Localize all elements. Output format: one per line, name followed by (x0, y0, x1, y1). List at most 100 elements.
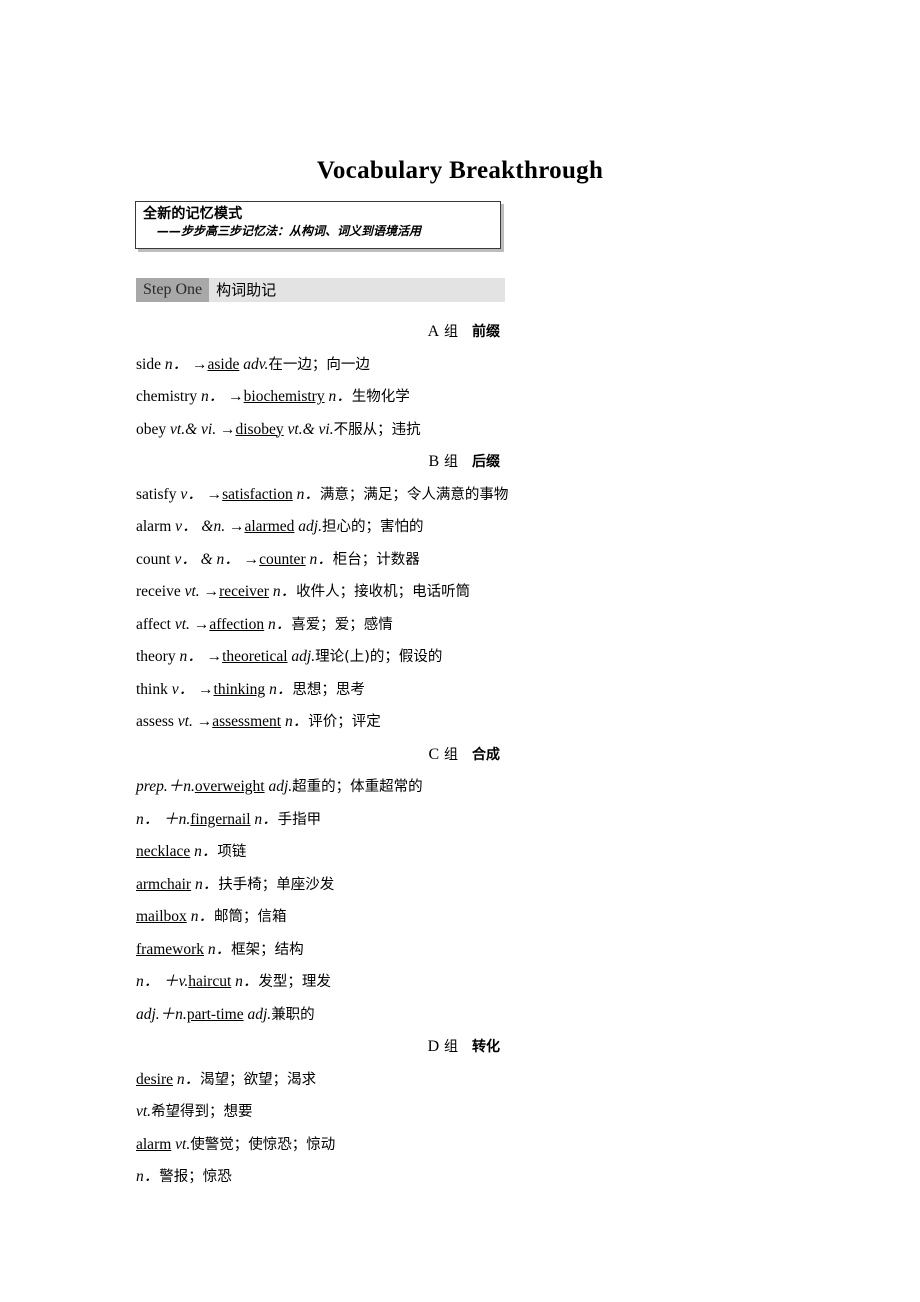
vocabulary-entry: n． ＋n.fingernail n．手指甲 (136, 804, 506, 837)
step-name-label: 构词助记 (216, 281, 277, 299)
vocabulary-entry: necklace n．项链 (136, 836, 506, 869)
entry-gloss: 喜爱；爱；感情 (291, 616, 393, 633)
entry-gloss: 思想；思考 (292, 681, 365, 698)
entry-derived-word: fingernail (190, 810, 251, 828)
group-letter: B (428, 453, 440, 470)
entry-base-pos: v． &n. (175, 518, 226, 535)
entry-arrow-icon: → (228, 518, 245, 535)
vocabulary-entry: adj.＋n.part-time adj.兼职的 (136, 999, 506, 1032)
entry-base-pos: vt.& vi. (170, 420, 217, 438)
entry-base-word: obey (136, 420, 167, 438)
entry-formula: prep.＋n. (136, 778, 195, 795)
entry-derived-pos: n． (296, 485, 320, 503)
group-zu-label: 组 (444, 324, 458, 340)
entry-derived-word: armchair (136, 875, 192, 893)
entry-base-word: affect (136, 615, 171, 633)
vocabulary-entry: desire n．渴望；欲望；渴求 (136, 1064, 506, 1097)
entry-gloss: 框架；结构 (231, 941, 304, 958)
entry-derived-pos: n． (309, 550, 333, 568)
entry-derived-word: mailbox (136, 908, 187, 925)
entry-derived-word: receiver (219, 583, 269, 600)
entry-derived-word: disobey (235, 420, 284, 438)
entry-gloss: 兼职的 (271, 1006, 315, 1023)
entry-derived-pos: n． (267, 615, 292, 633)
step-tag-label: Step One (136, 278, 210, 302)
vocabulary-entry: affect vt. →affection n．喜爱；爱；感情 (136, 609, 506, 642)
entry-formula: n． ＋n. (136, 810, 191, 828)
group-kind-label: 转化 (472, 1039, 500, 1055)
page-title: Vocabulary Breakthrough (316, 156, 604, 184)
vocabulary-entry: n．警报；惊恐 (136, 1161, 506, 1194)
callout-subtitle: ——步步高三步记忆法：从构词、词义到语境活用 (157, 224, 422, 238)
entry-gloss: 超重的；体重超常的 (292, 779, 423, 795)
entry-derived-pos: n． (269, 680, 293, 698)
entry-arrow-icon: → (243, 550, 260, 568)
entry-derived-word: haircut (188, 973, 232, 990)
entry-gloss: 发型；理发 (258, 974, 331, 990)
vocabulary-entry: vt.希望得到；想要 (136, 1096, 506, 1129)
entry-arrow-icon: → (196, 713, 213, 730)
entry-arrow-icon: → (206, 648, 223, 665)
group-header: B 组后缀 (136, 446, 506, 479)
entry-pos: n． (176, 1070, 201, 1088)
entry-derived-word: thinking (213, 680, 266, 698)
entry-headword: desire (136, 1070, 174, 1088)
entry-gloss: 渴望；欲望；渴求 (200, 1071, 317, 1088)
entry-gloss: 评价；评定 (308, 714, 381, 730)
entry-derived-pos: n． (272, 583, 297, 600)
entry-gloss: 警报；惊恐 (159, 1169, 232, 1185)
vocabulary-entry: receive vt. →receiver n．收件人；接收机；电话听筒 (136, 576, 506, 609)
entry-base-word: satisfy (136, 485, 177, 503)
vocabulary-entry: framework n．框架；结构 (136, 934, 506, 967)
entry-derived-pos: adj. (247, 1005, 272, 1023)
entry-gloss: 邮筒；信箱 (213, 909, 287, 925)
entry-derived-pos: n． (190, 908, 214, 925)
entry-derived-pos: n． (194, 875, 219, 893)
entry-base-word: count (136, 550, 171, 568)
entry-pos: vt. (136, 1103, 152, 1120)
vocabulary-entry: satisfy v． →satisfaction n．满意；满足；令人满意的事物 (136, 479, 508, 512)
vocabulary-entry: side n． →aside adv.在一边；向一边 (136, 349, 506, 382)
entry-base-word: think (136, 680, 168, 698)
vocabulary-entry: alarm v． &n. →alarmed adj.担心的；害怕的 (136, 511, 506, 544)
group-zu-label: 组 (444, 746, 458, 763)
group-letter: D (427, 1038, 440, 1055)
callout-box: 全新的记忆模式 ——步步高三步记忆法：从构词、词义到语境活用 (135, 201, 501, 249)
vocabulary-content: A 组前缀 side n． →aside adv.在一边；向一边 chemistry… (136, 316, 508, 1194)
entry-derived-word: theoretical (222, 648, 288, 665)
vocabulary-entry: think v． →thinking n．思想；思考 (136, 674, 506, 707)
entry-arrow-icon: → (198, 680, 214, 698)
entry-base-pos: vt. (174, 615, 190, 633)
entry-base-word: alarm (136, 518, 172, 535)
entry-gloss: 生物化学 (351, 389, 410, 405)
entry-derived-word: necklace (136, 843, 191, 860)
entry-arrow-icon: → (193, 615, 210, 633)
group-header: A 组前缀 (136, 316, 506, 349)
vocabulary-entry: obey vt.& vi. →disobey vt.& vi.不服从；违抗 (136, 414, 506, 447)
entry-derived-word: assessment (212, 713, 282, 730)
entry-pos: vt. (175, 1135, 191, 1153)
group-letter: C (428, 745, 440, 763)
group-kind-label: 后缀 (472, 454, 500, 470)
entry-gloss: 担心的；害怕的 (321, 519, 424, 535)
entry-derived-word: alarmed (244, 518, 295, 535)
entry-base-word: chemistry (136, 388, 198, 405)
entry-derived-word: framework (136, 940, 204, 958)
group-kind-label: 合成 (472, 746, 500, 763)
entry-formula: n． ＋v. (136, 973, 189, 990)
vocabulary-entry: armchair n．扶手椅；单座沙发 (136, 869, 506, 902)
group-header: D 组转化 (136, 1031, 506, 1064)
group-zu-label: 组 (444, 1039, 458, 1055)
entry-gloss: 在一边；向一边 (268, 356, 370, 373)
entry-base-pos: n． (201, 388, 225, 405)
entry-formula: adj.＋n. (136, 1005, 187, 1023)
callout-title: 全新的记忆模式 (143, 206, 243, 222)
entry-arrow-icon: → (203, 583, 220, 600)
entry-base-pos: v． & n． (174, 550, 240, 568)
entry-gloss: 理论(上)的；假设的 (315, 649, 443, 665)
entry-derived-pos: adv. (243, 355, 269, 373)
entry-gloss: 使警觉；使惊恐；惊动 (190, 1136, 336, 1153)
entry-base-pos: n． (179, 648, 203, 665)
vocabulary-entry: n． ＋v.haircut n．发型；理发 (136, 966, 506, 999)
entry-base-word: side (136, 355, 161, 373)
